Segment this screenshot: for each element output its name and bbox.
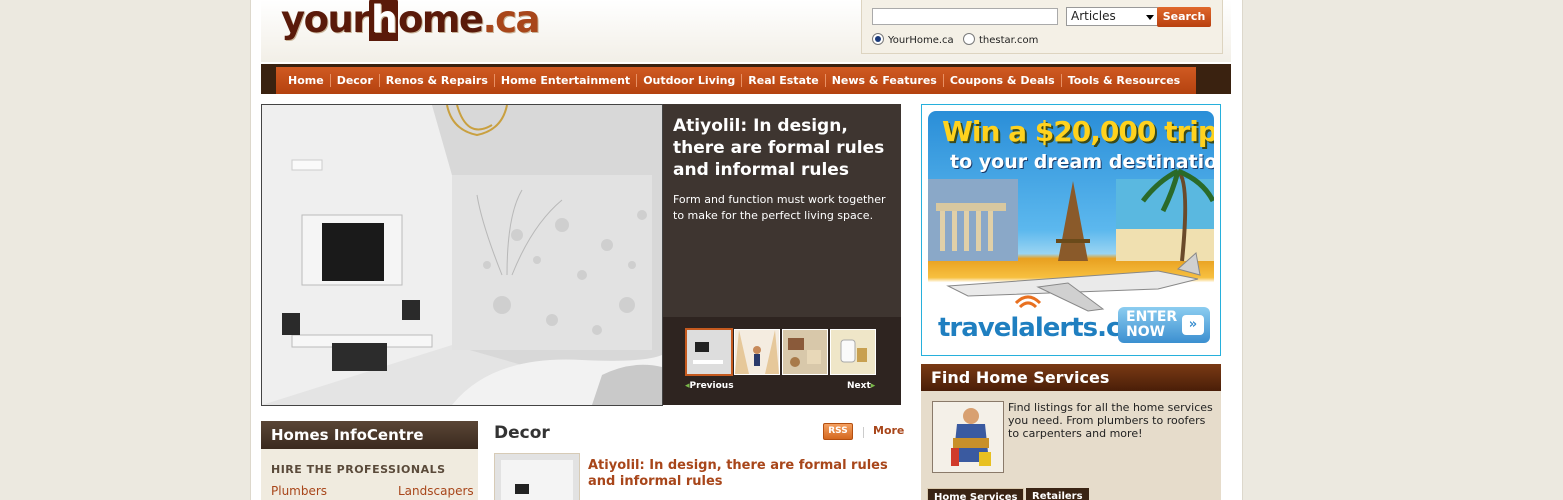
- find-home-services-header: Find Home Services: [921, 364, 1221, 391]
- link-plumbers[interactable]: Plumbers: [271, 484, 327, 498]
- search-button[interactable]: Search: [1157, 7, 1211, 27]
- nav-tools-resources[interactable]: Tools & Resources: [1062, 74, 1187, 87]
- hero-thumb[interactable]: [734, 329, 780, 375]
- hero-image[interactable]: [261, 104, 663, 406]
- nav-renos-repairs[interactable]: Renos & Repairs: [380, 74, 494, 87]
- homes-infocentre-panel: HIRE THE PROFESSIONALS Plumbers Landscap…: [261, 449, 478, 500]
- ad-enter-now-button[interactable]: ENTER NOW »: [1118, 307, 1210, 343]
- hero-thumb[interactable]: [685, 328, 733, 376]
- find-home-services-panel: Find listings for all the home services …: [921, 391, 1221, 500]
- hero-description: Form and function must work together to …: [673, 193, 886, 222]
- nav-outdoor-living[interactable]: Outdoor Living: [637, 74, 741, 87]
- hero-title[interactable]: Atiyolil: In design, there are formal ru…: [673, 115, 898, 181]
- hero-caption: Atiyolil: In design, there are formal ru…: [663, 104, 901, 317]
- tab-home-services[interactable]: Home Services: [927, 488, 1025, 500]
- logo-text-ca: .ca: [482, 0, 541, 41]
- logo-text-h: h: [369, 0, 398, 41]
- radio-checked-icon: [872, 33, 884, 45]
- header: yourhome.ca Articles Search YourHome.ca …: [261, 0, 1231, 62]
- link-landscapers[interactable]: Landscapers: [398, 484, 474, 498]
- hero-thumb[interactable]: [782, 329, 828, 375]
- chevron-down-icon: [1146, 15, 1154, 20]
- main-nav: Home Decor Renos & Repairs Home Entertai…: [261, 64, 1231, 94]
- tab-retailers[interactable]: Retailers: [1026, 488, 1089, 500]
- homes-infocentre-header: Homes InfoCentre: [261, 421, 478, 449]
- hero-next-label: Next: [847, 381, 871, 391]
- nav-bar: Home Decor Renos & Repairs Home Entertai…: [276, 67, 1197, 94]
- decor-article-thumbnail[interactable]: [494, 453, 580, 500]
- nav-decor[interactable]: Decor: [331, 74, 379, 87]
- ad-banner: Win a $20,000 trip to your dream destina…: [928, 111, 1214, 349]
- hero-previous-label: Previous: [689, 381, 734, 391]
- radio-thestar-label: thestar.com: [979, 35, 1039, 46]
- radio-yourhome[interactable]: YourHome.ca: [872, 33, 954, 46]
- search-category-value: Articles: [1071, 9, 1116, 23]
- decor-article-title[interactable]: Atiyolil: In design, there are formal ru…: [588, 458, 908, 490]
- search-category-select[interactable]: Articles: [1066, 7, 1158, 26]
- nav-home-entertainment[interactable]: Home Entertainment: [495, 74, 636, 87]
- radio-unchecked-icon: [963, 33, 975, 45]
- nav-news-features[interactable]: News & Features: [826, 74, 943, 87]
- hero-next-button[interactable]: Next▸: [847, 381, 875, 391]
- search-panel: Articles Search YourHome.ca thestar.com: [861, 0, 1223, 54]
- contractor-image: [932, 401, 1004, 473]
- rss-button[interactable]: RSS: [823, 423, 853, 440]
- double-chevron-right-icon: »: [1182, 315, 1204, 335]
- ad-subheadline: to your dream destination: [950, 151, 1214, 173]
- travelalerts-ad[interactable]: Win a $20,000 trip to your dream destina…: [921, 104, 1221, 356]
- search-input[interactable]: [872, 8, 1058, 25]
- logo-text-your: your: [281, 0, 371, 41]
- radio-yourhome-label: YourHome.ca: [888, 35, 954, 46]
- more-link[interactable]: More: [873, 424, 904, 437]
- nav-coupons-deals[interactable]: Coupons & Deals: [944, 74, 1061, 87]
- find-home-services-text: Find listings for all the home services …: [1008, 401, 1213, 440]
- arrow-right-icon: ▸: [870, 381, 876, 391]
- hire-professionals-heading: HIRE THE PROFESSIONALS: [271, 463, 446, 476]
- site-logo[interactable]: yourhome.ca: [281, 0, 541, 41]
- radio-thestar[interactable]: thestar.com: [963, 33, 1038, 46]
- hero-thumb[interactable]: [830, 329, 876, 375]
- hero-thumbnail-strip: ◂Previous Next▸: [663, 317, 901, 405]
- logo-text-ome: ome: [397, 0, 484, 41]
- page: yourhome.ca Articles Search YourHome.ca …: [250, 0, 1243, 500]
- decor-section-title: Decor: [494, 423, 550, 443]
- nav-real-estate[interactable]: Real Estate: [742, 74, 824, 87]
- ad-brand: travelalerts.ca: [938, 313, 1138, 343]
- divider: [863, 427, 864, 438]
- hero-previous-button[interactable]: ◂Previous: [685, 381, 734, 391]
- nav-home[interactable]: Home: [282, 74, 330, 87]
- ad-headline: Win a $20,000 trip: [942, 115, 1214, 148]
